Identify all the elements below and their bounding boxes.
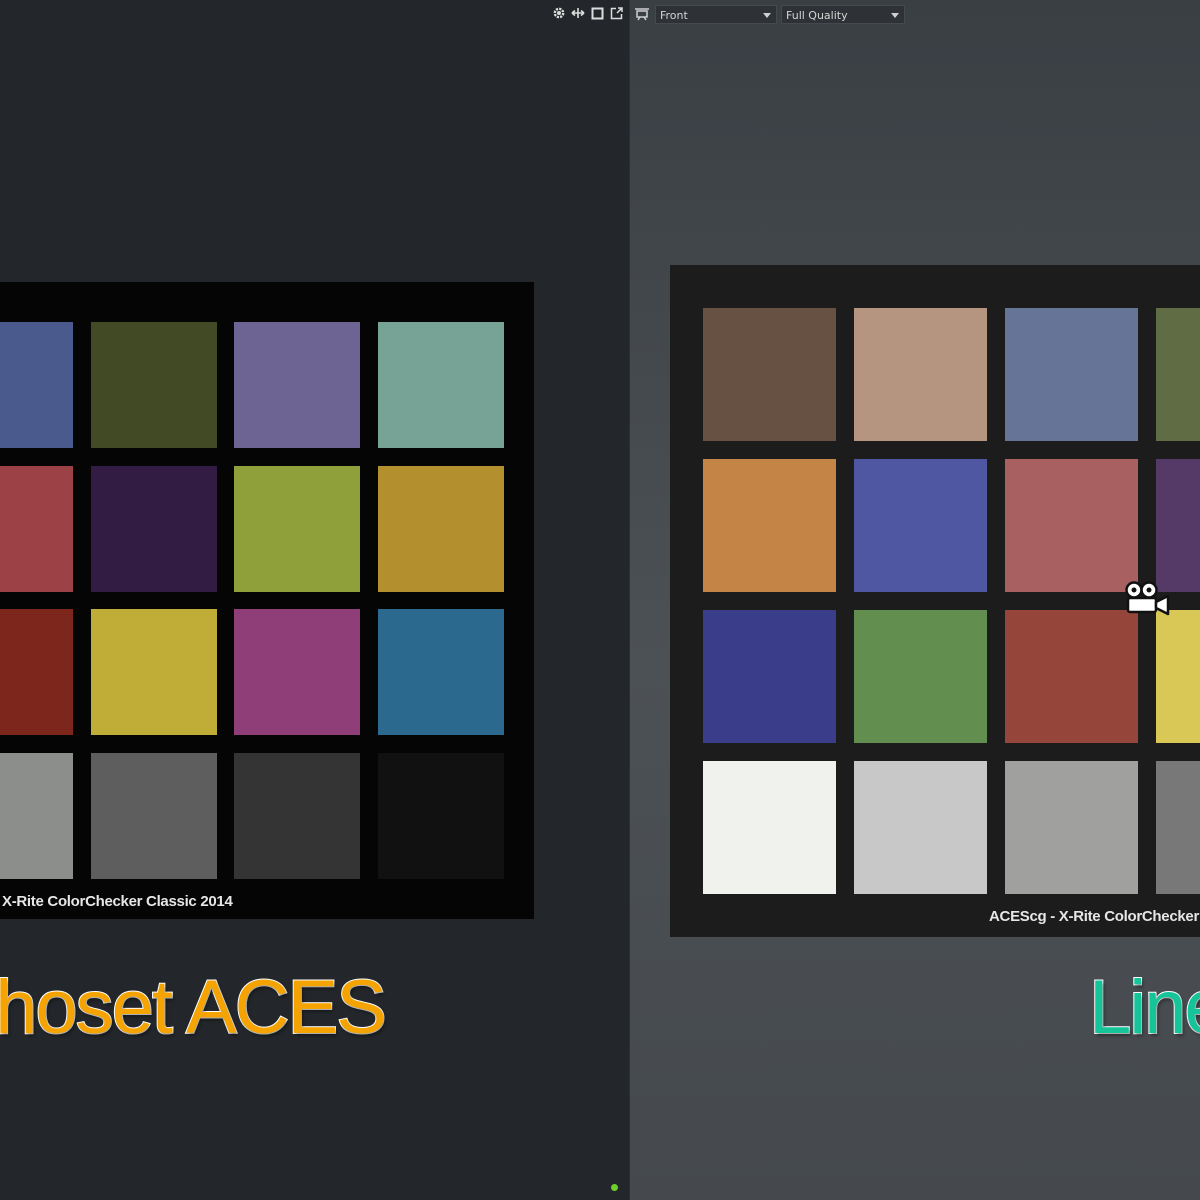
chevron-down-icon <box>763 12 771 18</box>
left-viewport[interactable]: X-Rite ColorChecker Classic 2014 Ohoset … <box>0 0 630 1200</box>
color-swatch <box>703 610 836 743</box>
color-swatch <box>1156 459 1200 592</box>
color-swatch <box>377 609 504 735</box>
color-swatch <box>0 609 73 735</box>
color-swatch <box>0 752 73 879</box>
view-dropdown-value: Front <box>660 8 688 22</box>
view-dropdown[interactable]: Front <box>655 4 777 24</box>
color-swatch <box>1156 610 1200 743</box>
color-swatch <box>234 609 360 735</box>
color-swatch <box>234 752 360 879</box>
color-swatch <box>1005 308 1138 441</box>
chart-caption-right: ACEScg - X-Rite ColorChecker <box>989 908 1199 925</box>
color-swatch <box>1005 610 1138 743</box>
gear-icon[interactable] <box>551 4 567 22</box>
color-swatch <box>234 465 360 592</box>
color-swatch <box>703 761 836 894</box>
color-checker-chart-right: ACEScg - X-Rite ColorChecker <box>670 265 1200 937</box>
color-swatch <box>703 308 836 441</box>
viewport-toolbar: Front Full Quality <box>633 4 905 24</box>
color-swatch <box>1156 761 1200 894</box>
chart-caption-left: X-Rite ColorChecker Classic 2014 <box>2 893 233 910</box>
color-swatch <box>377 752 504 879</box>
color-swatch <box>0 465 73 592</box>
movie-camera-icon[interactable] <box>1125 580 1171 618</box>
viewport-label-right: Linear <box>1088 965 1200 1050</box>
color-swatch <box>377 465 504 592</box>
viewport-tool-icons <box>551 4 624 22</box>
viewport-label-left: Ohoset ACES <box>0 965 388 1050</box>
chevron-down-icon <box>891 12 899 18</box>
color-swatch <box>1156 308 1200 441</box>
move-icon[interactable] <box>570 4 586 22</box>
color-swatch <box>703 459 836 592</box>
camera-view-icon[interactable] <box>633 4 651 24</box>
right-viewport[interactable]: Front Full Quality ACEScg - X-Rite Color… <box>630 0 1200 1200</box>
quality-dropdown[interactable]: Full Quality <box>781 4 905 24</box>
maximize-icon[interactable] <box>589 4 605 22</box>
color-swatch <box>90 609 217 735</box>
color-swatch <box>854 459 987 592</box>
color-checker-chart-left: X-Rite ColorChecker Classic 2014 <box>0 282 534 919</box>
color-swatch <box>1005 459 1138 592</box>
quality-dropdown-value: Full Quality <box>786 8 848 22</box>
color-swatch <box>234 322 360 448</box>
popout-icon[interactable] <box>608 4 624 22</box>
color-swatch <box>854 308 987 441</box>
color-swatch <box>90 465 217 592</box>
status-indicator <box>611 1184 618 1191</box>
color-swatch <box>0 322 73 448</box>
color-swatch <box>1005 761 1138 894</box>
color-swatch <box>90 752 217 879</box>
color-swatch <box>377 322 504 448</box>
color-swatch <box>854 610 987 743</box>
color-swatch <box>90 322 217 448</box>
color-swatch <box>854 761 987 894</box>
